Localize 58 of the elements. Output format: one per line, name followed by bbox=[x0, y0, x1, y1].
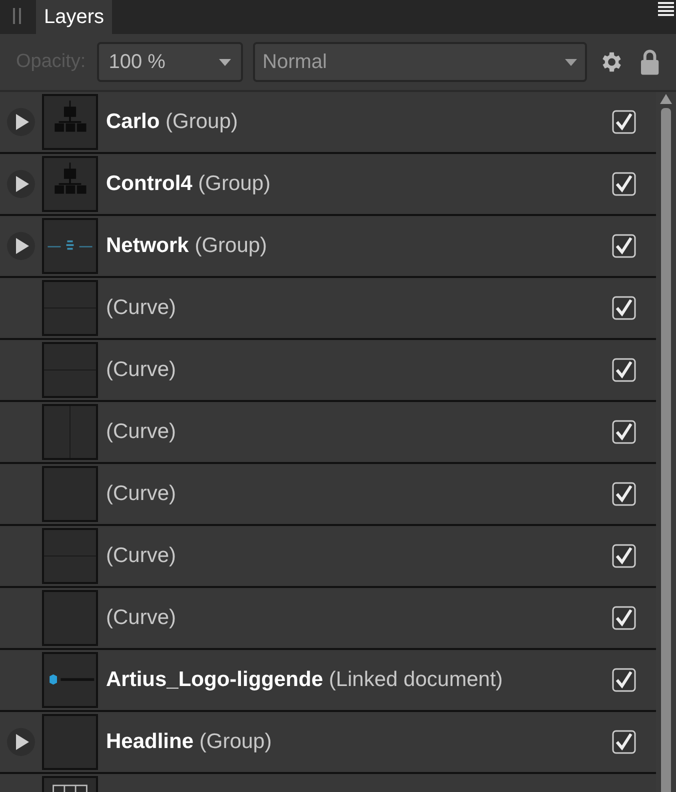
layer-name: (Curve) bbox=[106, 420, 176, 444]
layer-row[interactable]: Headline (Group) bbox=[0, 712, 656, 774]
layer-row[interactable]: Control4 (Group) bbox=[0, 154, 656, 216]
layer-row[interactable]: (Curve) bbox=[0, 588, 656, 650]
visibility-checkbox[interactable] bbox=[612, 296, 636, 320]
layer-name: Artius_Logo-liggende (Linked document) bbox=[106, 668, 503, 692]
layer-name: (Curve) bbox=[106, 482, 176, 506]
layer-thumbnail bbox=[42, 714, 98, 770]
drag-handle-icon[interactable] bbox=[12, 8, 22, 24]
visibility-checkbox[interactable] bbox=[612, 172, 636, 196]
visibility-checkbox[interactable] bbox=[612, 668, 636, 692]
opacity-dropdown[interactable]: 100 % bbox=[96, 42, 243, 82]
layer-thumbnail bbox=[42, 404, 98, 460]
layer-row[interactable]: Artius_Logo-liggende (Linked document) bbox=[0, 650, 656, 712]
layer-thumbnail bbox=[42, 590, 98, 646]
layer-thumbnail bbox=[42, 652, 98, 708]
layer-row[interactable]: (Curve) bbox=[0, 526, 656, 588]
visibility-checkbox[interactable] bbox=[612, 234, 636, 258]
caret-icon bbox=[564, 58, 577, 66]
layer-row[interactable]: (Curve) bbox=[0, 340, 656, 402]
visibility-checkbox[interactable] bbox=[612, 730, 636, 754]
layer-thumbnail bbox=[42, 218, 98, 274]
visibility-checkbox[interactable] bbox=[612, 110, 636, 134]
layer-name: (Curve) bbox=[106, 544, 176, 568]
visibility-checkbox[interactable] bbox=[612, 606, 636, 630]
menu-icon[interactable] bbox=[658, 2, 674, 16]
layer-row[interactable]: Carlo (Group) bbox=[0, 92, 656, 154]
visibility-checkbox[interactable] bbox=[612, 544, 636, 568]
expand-icon[interactable] bbox=[7, 108, 35, 136]
layer-thumbnail bbox=[42, 528, 98, 584]
layer-thumbnail bbox=[42, 280, 98, 336]
layers-tab[interactable]: Layers bbox=[36, 0, 112, 34]
layer-row[interactable]: (Curve) bbox=[0, 278, 656, 340]
expand-icon[interactable] bbox=[7, 728, 35, 756]
scroll-up-arrow-icon[interactable] bbox=[660, 94, 672, 104]
expand-icon[interactable] bbox=[7, 170, 35, 198]
scrollbar-thumb[interactable] bbox=[661, 108, 671, 792]
layer-name: (Curve) bbox=[106, 358, 176, 382]
layer-row[interactable]: (Curve) bbox=[0, 464, 656, 526]
layer-name: Network (Group) bbox=[106, 234, 268, 258]
layer-thumbnail bbox=[42, 94, 98, 150]
lock-icon[interactable] bbox=[640, 48, 660, 76]
layer-name: Carlo (Group) bbox=[106, 110, 238, 134]
visibility-checkbox[interactable] bbox=[612, 358, 636, 382]
blend-mode-dropdown[interactable]: Normal bbox=[252, 42, 587, 82]
layer-row[interactable]: Network (Group) bbox=[0, 216, 656, 278]
layer-name: Control4 (Group) bbox=[106, 172, 271, 196]
layer-thumbnail bbox=[42, 342, 98, 398]
layer-name: Headline (Group) bbox=[106, 730, 272, 754]
expand-icon[interactable] bbox=[7, 232, 35, 260]
visibility-checkbox[interactable] bbox=[612, 420, 636, 444]
layer-name: (Curve) bbox=[106, 606, 176, 630]
layer-thumbnail bbox=[42, 156, 98, 212]
caret-icon bbox=[218, 58, 231, 66]
visibility-checkbox[interactable] bbox=[612, 482, 636, 506]
layer-row[interactable]: (Curve) bbox=[0, 402, 656, 464]
layer-thumbnail bbox=[42, 466, 98, 522]
layer-name: (Curve) bbox=[106, 296, 176, 320]
